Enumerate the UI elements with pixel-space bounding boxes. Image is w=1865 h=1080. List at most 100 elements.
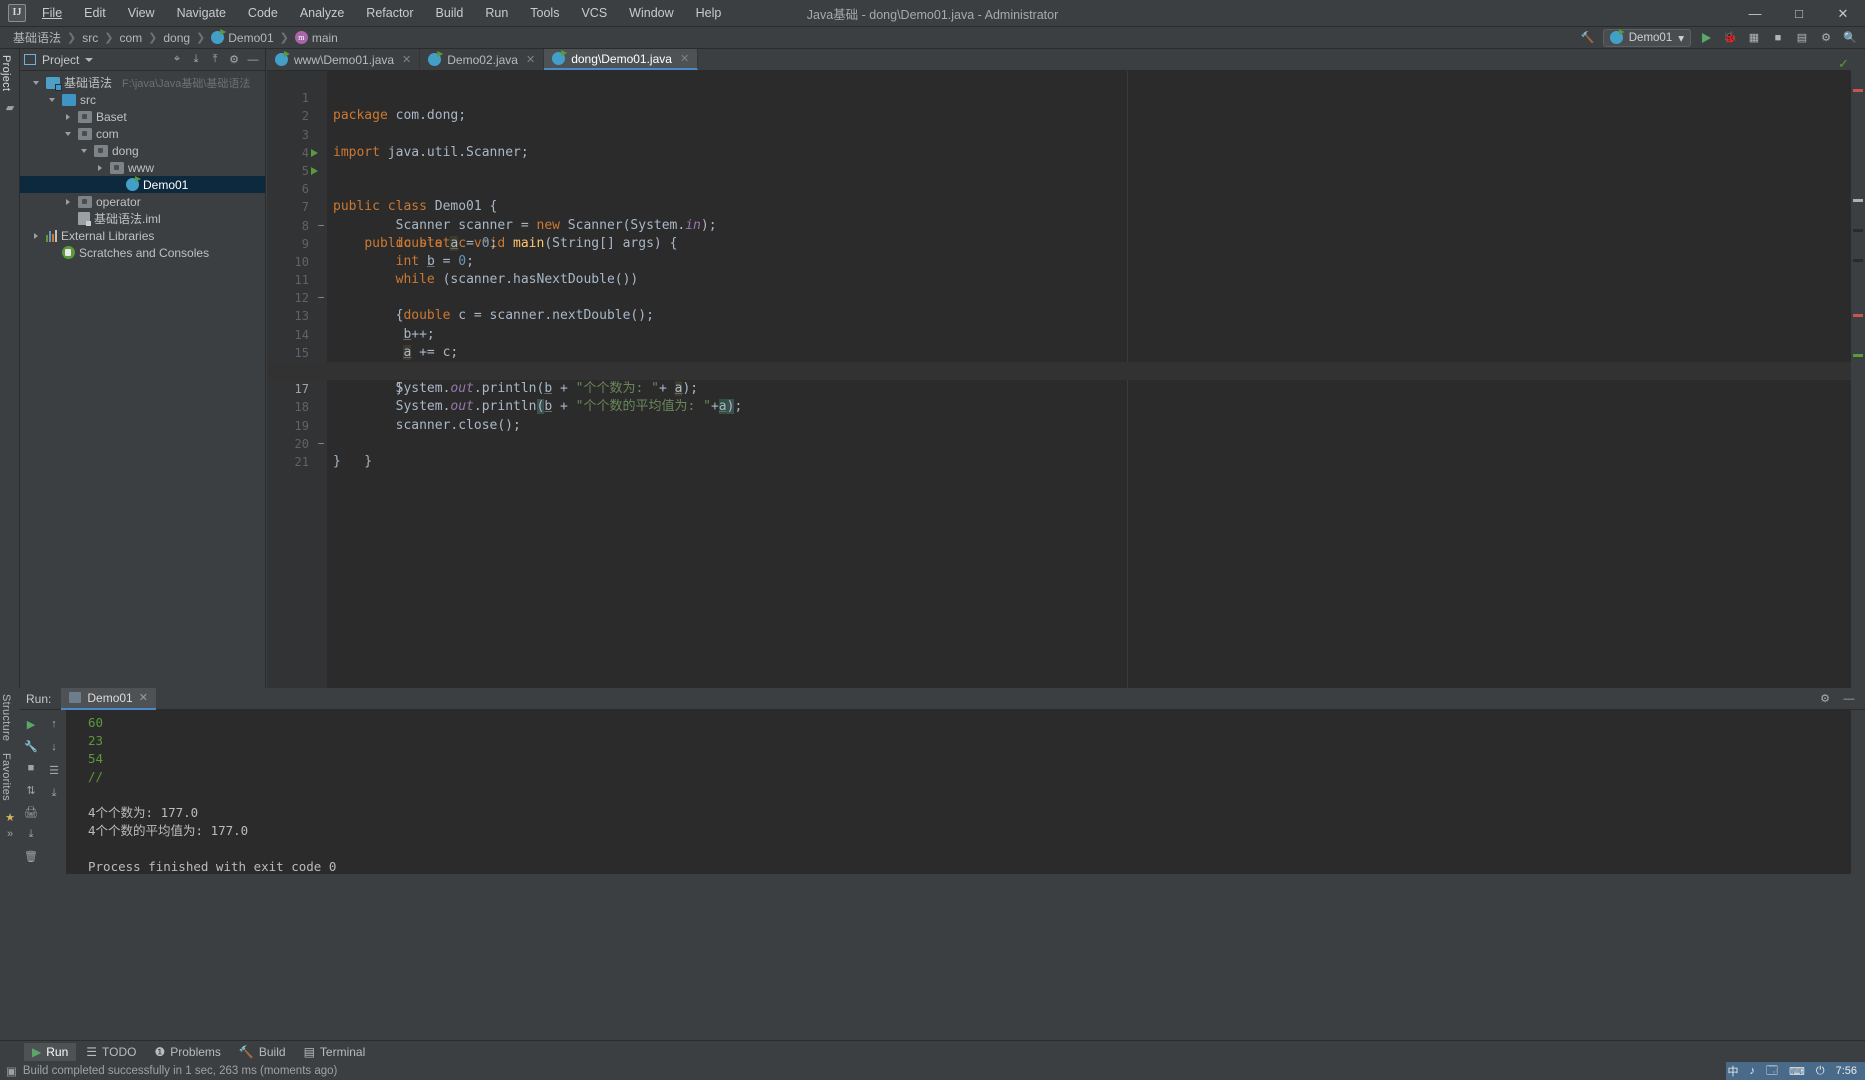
code-line[interactable]: 2 xyxy=(267,89,1851,123)
close-icon[interactable]: ✕ xyxy=(680,52,689,65)
hide-icon[interactable]: — xyxy=(1841,691,1857,707)
trace-icon[interactable]: ⇅ xyxy=(23,782,39,798)
hammer-icon[interactable]: 🔨 xyxy=(1579,29,1597,47)
rerun-icon[interactable]: ▶ xyxy=(23,716,39,732)
collapse-all-icon[interactable]: ⤓ xyxy=(188,52,204,68)
run-gutter-icon[interactable] xyxy=(311,148,318,157)
gear-icon[interactable]: ⚙ xyxy=(1817,691,1833,707)
code-line[interactable]: 11 − { xyxy=(267,253,1851,323)
menu-file[interactable]: File xyxy=(40,4,64,22)
code-line[interactable]: 1 package com.dong; xyxy=(267,71,1851,123)
menu-refactor[interactable]: Refactor xyxy=(364,4,415,22)
tree-node-dong[interactable]: dong xyxy=(20,142,265,159)
menu-vcs[interactable]: VCS xyxy=(579,4,609,22)
tree-node-demo01[interactable]: Demo01 xyxy=(20,176,265,193)
twisty-right-icon[interactable] xyxy=(62,198,74,205)
menu-navigate[interactable]: Navigate xyxy=(175,4,228,22)
editor-tab-www-demo01[interactable]: www\Demo01.java ✕ xyxy=(267,49,421,70)
code-line[interactable]: 8 double a = 0; xyxy=(267,198,1851,251)
gear-icon[interactable]: ⚙ xyxy=(226,52,242,68)
code-line[interactable]: 5 public class Demo01 { xyxy=(267,144,1851,214)
power-icon[interactable]: ⏻ xyxy=(1814,1065,1827,1078)
twisty-down-icon[interactable] xyxy=(30,80,42,85)
tree-node-baset[interactable]: Baset xyxy=(20,108,265,125)
tool-window-button-build[interactable]: 🔨 Build xyxy=(231,1043,294,1061)
code-line[interactable]: 13 b++; xyxy=(267,289,1851,341)
tool-window-button-structure[interactable]: Structure xyxy=(0,688,12,747)
tree-node-external-libraries[interactable]: External Libraries xyxy=(20,227,265,244)
twisty-down-icon[interactable] xyxy=(62,131,74,136)
menu-run[interactable]: Run xyxy=(483,4,510,22)
export-icon[interactable]: ⤓ xyxy=(23,826,39,842)
favorites-star-icon[interactable]: ★ xyxy=(0,811,20,824)
menu-analyze[interactable]: Analyze xyxy=(298,4,346,22)
stop-icon[interactable]: ■ xyxy=(1769,29,1787,47)
tool-window-button-project[interactable]: Project xyxy=(0,49,12,97)
twisty-down-icon[interactable] xyxy=(46,97,58,102)
tree-node-src[interactable]: src xyxy=(20,91,265,108)
wrench-icon[interactable]: 🔧 xyxy=(23,738,39,754)
debug-icon[interactable]: 🐞 xyxy=(1721,29,1739,47)
code-line[interactable]: 18 scanner.close(); xyxy=(267,380,1851,432)
chevron-down-icon[interactable] xyxy=(85,57,94,62)
breadcrumb-item-method[interactable]: m main xyxy=(290,30,343,46)
close-button[interactable]: ✕ xyxy=(1821,0,1865,27)
tool-window-button-favorites[interactable]: Favorites xyxy=(0,747,12,807)
project-folder-icon[interactable]: ▰ xyxy=(0,101,20,114)
minimize-button[interactable]: — xyxy=(1733,0,1777,27)
code-line[interactable]: 16 System.out.println(b + "个个数为: "+ a); xyxy=(267,344,1851,397)
run-gutter-icon[interactable] xyxy=(311,166,318,175)
scroll-up-icon[interactable]: ↑ xyxy=(46,716,62,732)
code-line[interactable]: 7 Scanner scanner = new Scanner(System.i… xyxy=(267,180,1851,232)
hide-icon[interactable]: — xyxy=(245,52,261,68)
code-line[interactable]: 20 } xyxy=(267,417,1851,469)
keyboard-icon[interactable]: ⌨ xyxy=(1787,1065,1807,1078)
clock[interactable]: 7:56 xyxy=(1834,1065,1859,1077)
sound-icon[interactable]: ♪ xyxy=(1748,1065,1758,1077)
coverage-icon[interactable]: ▦ xyxy=(1745,29,1763,47)
twisty-down-icon[interactable] xyxy=(78,148,90,153)
run-icon[interactable] xyxy=(1697,29,1715,47)
editor-tab-dong-demo01[interactable]: dong\Demo01.java ✕ xyxy=(544,49,699,70)
layout-icon[interactable]: ▤ xyxy=(1793,29,1811,47)
tool-window-button-terminal[interactable]: ▤ Terminal xyxy=(296,1043,374,1061)
breadcrumb-item-com[interactable]: com xyxy=(114,30,147,46)
breadcrumb-item-class[interactable]: Demo01 xyxy=(206,30,278,46)
code-line[interactable]: 10 while (scanner.hasNextDouble()) xyxy=(267,235,1851,287)
menu-edit[interactable]: Edit xyxy=(82,4,108,22)
run-configuration-selector[interactable]: Demo01 ▾ xyxy=(1602,28,1691,47)
code-line[interactable]: 12 double c = scanner.nextDouble(); xyxy=(267,271,1851,323)
trash-icon[interactable]: 🗑 xyxy=(23,848,39,864)
code-line[interactable]: 15 − } xyxy=(267,326,1851,396)
tree-node-com[interactable]: com xyxy=(20,125,265,142)
editor-marker-column[interactable] xyxy=(1851,49,1865,688)
code-line[interactable]: 6 − public static void main(String[] arg… xyxy=(267,162,1851,251)
breadcrumb-item-project[interactable]: 基础语法 xyxy=(8,28,66,47)
expand-all-icon[interactable]: ⤒ xyxy=(207,52,223,68)
breadcrumb-item-src[interactable]: src xyxy=(77,30,103,46)
stop-icon[interactable]: ■ xyxy=(23,760,39,776)
search-icon[interactable]: 🔍 xyxy=(1841,29,1859,47)
target-icon[interactable]: ⌖ xyxy=(169,52,185,68)
code-editor[interactable]: 1 package com.dong; 2 3 import java.util… xyxy=(267,71,1851,688)
window-icon[interactable]: 🗔 xyxy=(1764,1062,1780,1080)
tool-window-button-problems[interactable]: ❶ Problems xyxy=(146,1043,228,1061)
settings-icon[interactable]: ⚙ xyxy=(1817,29,1835,47)
menu-view[interactable]: View xyxy=(126,4,157,22)
run-console-output[interactable]: 60 23 54 // 4个个数为: 177.0 4个个数的平均值为: 177.… xyxy=(66,710,1851,874)
menu-window[interactable]: Window xyxy=(627,4,675,22)
maximize-button[interactable]: □ xyxy=(1777,0,1821,27)
close-icon[interactable]: ✕ xyxy=(139,691,148,704)
menu-code[interactable]: Code xyxy=(246,4,280,22)
menu-build[interactable]: Build xyxy=(434,4,466,22)
menu-help[interactable]: Help xyxy=(694,4,724,22)
more-tool-windows-icon[interactable]: » xyxy=(0,828,20,840)
code-line[interactable]: 14 a += c; xyxy=(267,307,1851,360)
tree-node-iml[interactable]: 基础语法.iml xyxy=(20,210,265,227)
tree-node-module[interactable]: 基础语法 F:\java\Java基础\基础语法 xyxy=(20,74,265,91)
code-line[interactable]: 4 xyxy=(267,126,1851,160)
ime-indicator[interactable]: 中 xyxy=(1726,1063,1741,1079)
tree-node-scratches[interactable]: Scratches and Consoles xyxy=(20,244,265,261)
run-tab-demo01[interactable]: Demo01 ✕ xyxy=(61,687,156,710)
close-icon[interactable]: ✕ xyxy=(526,53,535,66)
